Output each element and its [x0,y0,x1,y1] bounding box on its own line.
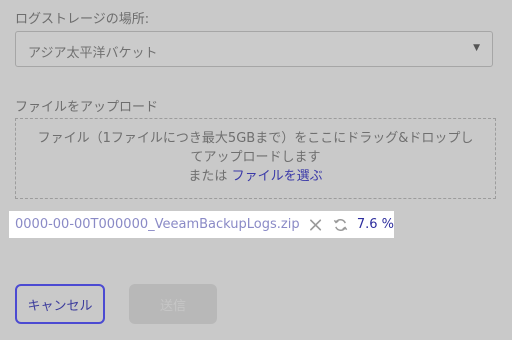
uploading-file-name: 0000-00-00T000000_VeeamBackupLogs.zip [15,217,300,232]
log-storage-location-label: ログストレージの場所: [15,12,150,27]
dropzone-or-text: または [188,169,232,184]
log-storage-location-select[interactable]: アジア太平洋バケット ▼ [15,31,493,67]
sync-progress-icon [333,218,348,231]
upload-progress-percent: 7.6 % [356,217,394,232]
dropzone-instruction-line1: ファイル（1ファイルにつき最大5GBまで）をここにドラッグ&ドロップし [37,131,474,146]
cancel-button[interactable]: キャンセル [15,284,105,324]
uploading-file-row: 0000-00-00T000000_VeeamBackupLogs.zip 7.… [9,211,394,238]
upload-file-label: ファイルをアップロード [15,100,159,115]
choose-file-link[interactable]: ファイルを選ぶ [232,169,323,184]
remove-file-icon[interactable] [309,218,322,232]
caret-down-icon: ▼ [473,43,480,53]
dropzone-instruction-line2: てアップロードします [190,150,321,165]
dropzone-choose-line: または ファイルを選ぶ [16,167,495,186]
selected-location-value: アジア太平洋バケット [28,46,158,61]
file-dropzone[interactable]: ファイル（1ファイルにつき最大5GBまで）をここにドラッグ&ドロップし てアップ… [15,118,496,199]
send-button[interactable]: 送信 [129,284,217,324]
